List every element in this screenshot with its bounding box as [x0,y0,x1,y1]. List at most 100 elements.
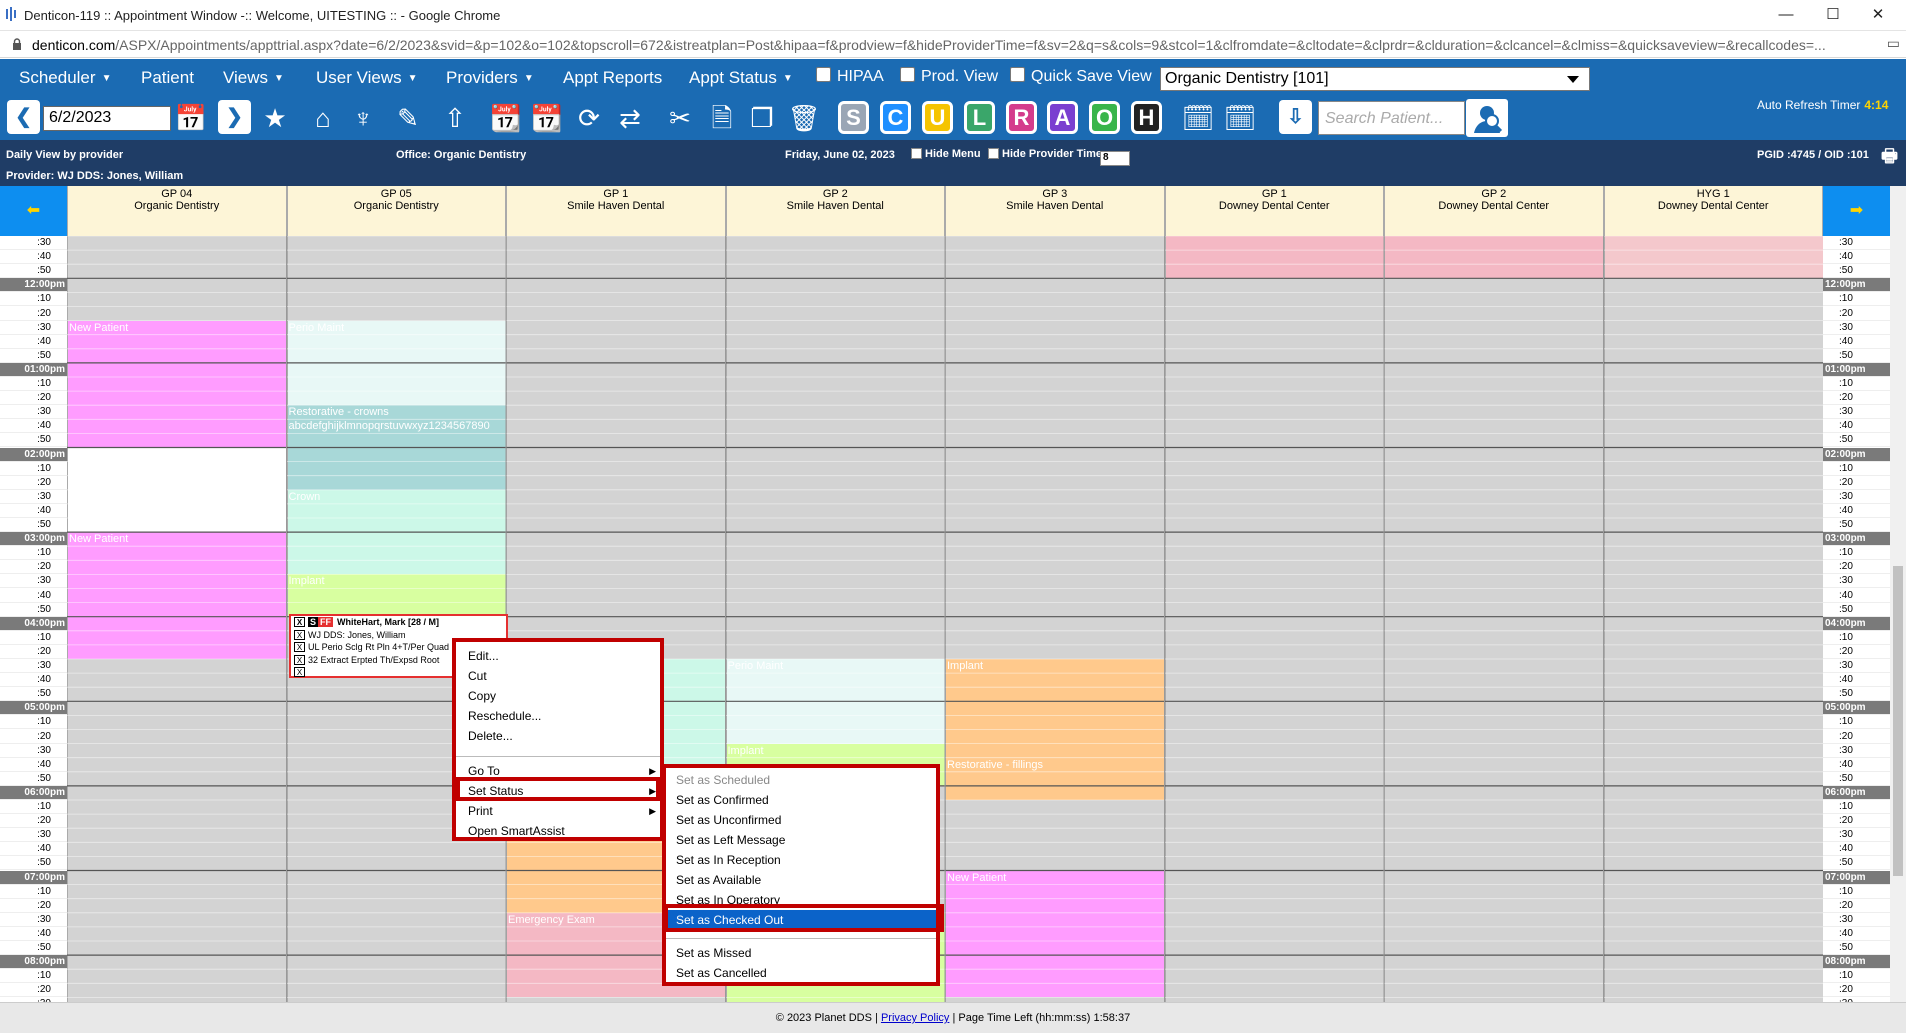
home-icon[interactable]: ⌂ [305,100,341,136]
schedule-block[interactable] [1385,236,1604,279]
close-window-button[interactable]: ✕ [1856,4,1900,26]
status-missed[interactable]: Set as Missed [666,943,936,963]
patient-search-icon[interactable] [1466,99,1508,137]
status-filter-l[interactable]: L [964,101,995,134]
menu-patient[interactable]: Patient [141,68,194,88]
zoom-select[interactable]: 8 [1100,148,1130,166]
copy-icon[interactable]: ❐ [744,100,780,136]
column-header[interactable]: GP 2 Smile Haven Dental [725,186,945,236]
address-bar[interactable]: denticon.com/ASPX/Appointments/appttrial… [0,31,1906,58]
column-header[interactable]: GP 1 Smile Haven Dental [506,186,726,236]
appt-x-box[interactable]: X [294,629,305,640]
schedule-block[interactable]: Restorative - fillings [946,757,1165,800]
operatory-column[interactable] [1384,236,1604,1002]
scrollbar-thumb[interactable] [1893,566,1903,876]
url-text[interactable]: denticon.com/ASPX/Appointments/appttrial… [32,37,1826,53]
column-header[interactable]: GP 1 Downey Dental Center [1164,186,1384,236]
menu-reschedule[interactable]: Reschedule... [456,706,660,726]
collapse-down-icon[interactable]: ⇩ [1279,100,1312,134]
schedule-block[interactable]: Perio Maint [287,320,506,363]
column-header[interactable]: GP 2 Downey Dental Center [1384,186,1604,236]
menu-copy[interactable]: Copy [456,686,660,706]
status-cancelled[interactable]: Set as Cancelled [666,963,936,983]
schedule-block[interactable]: Virtual Exam [68,447,287,533]
status-filter-s[interactable]: S [838,101,869,134]
prev-columns-arrow-icon[interactable]: ⬅ [0,186,67,236]
status-filter-o[interactable]: O [1089,101,1120,134]
status-filter-r[interactable]: R [1006,101,1037,134]
maximize-button[interactable]: ☐ [1811,4,1855,26]
date-input[interactable]: 6/2/2023 [43,106,171,131]
status-checked-out[interactable]: Set as Checked Out [666,910,936,930]
status-available[interactable]: Set as Available [666,870,936,890]
menu-user-views[interactable]: User Views ▼ [316,68,418,88]
column-header[interactable]: GP 05 Organic Dentistry [286,186,506,236]
status-filter-c[interactable]: C [880,101,911,134]
document-icon[interactable]: 🗎 [704,100,740,136]
menu-appt-reports[interactable]: Appt Reports [563,68,662,88]
notes-icon[interactable]: ✎ [390,100,426,136]
schedule-block[interactable] [68,616,287,659]
hipaa-checkbox[interactable]: HIPAA [816,67,884,86]
schedule-block[interactable]: New Patient [946,870,1165,998]
calendar-week-icon[interactable]: 📆 [529,100,565,136]
column-header[interactable]: GP 3 Smile Haven Dental [945,186,1165,236]
status-filter-a[interactable]: A [1047,101,1078,134]
appt-x-box[interactable]: X [294,617,305,627]
printer-icon[interactable]: 🖶 [1881,144,1898,174]
hide-provider-time-checkbox[interactable]: Hide Provider Time [988,148,1102,160]
calendar-icon[interactable]: 📅 [173,100,209,136]
menu-scheduler[interactable]: Scheduler ▼ [19,68,111,88]
prod-view-checkbox[interactable]: Prod. View [900,67,998,86]
office-select[interactable]: Organic Dentistry [101] [1160,67,1590,91]
menu-providers[interactable]: Providers ▼ [446,68,534,88]
calendar-alert-icon[interactable]: 🗓 [1180,100,1216,136]
quick-save-view-checkbox[interactable]: Quick Save View [1010,67,1152,86]
schedule-block[interactable] [1604,236,1823,279]
appt-x-box[interactable]: X [294,642,305,652]
column-header[interactable]: HYG 1 Downey Dental Center [1603,186,1823,236]
status-scheduled[interactable]: Set as Scheduled [666,770,936,790]
tooth-icon[interactable]: ♆ [345,100,381,136]
sync-icon[interactable]: ⇄ [612,100,648,136]
vertical-scrollbar[interactable] [1890,186,1906,1002]
trash-icon[interactable]: 🗑 [786,100,822,136]
calendar-cancel-icon[interactable]: 🗓 [1222,100,1258,136]
menu-set-status[interactable]: Set Status ▶ [456,781,660,801]
menu-appt-status[interactable]: Appt Status ▼ [689,68,793,88]
upload-icon[interactable]: ⇧ [437,100,473,136]
privacy-policy-link[interactable]: Privacy Policy [881,1012,949,1024]
menu-cut[interactable]: Cut [456,666,660,686]
calendar-day-icon[interactable]: 📆 [488,100,524,136]
schedule-block[interactable]: Implant [287,574,506,617]
search-patient-input[interactable]: Search Patient... [1318,101,1465,135]
schedule-block[interactable]: Implant [946,659,1165,758]
refresh-icon[interactable]: ⟳ [571,100,607,136]
status-unconfirmed[interactable]: Set as Unconfirmed [666,810,936,830]
appt-x-box[interactable]: X [294,667,305,677]
menu-print[interactable]: Print ▶ [456,801,660,821]
menu-views[interactable]: Views ▼ [223,68,284,88]
menu-delete[interactable]: Delete... [456,726,660,746]
status-in-reception[interactable]: Set as In Reception [666,850,936,870]
cut-icon[interactable]: ✂ [662,100,698,136]
hide-menu-checkbox[interactable]: Hide Menu [911,148,981,160]
schedule-block[interactable]: New Patient [68,320,287,448]
menu-go-to[interactable]: Go To ▶ [456,761,660,781]
minimize-button[interactable]: — [1764,4,1808,26]
next-columns-arrow-icon[interactable]: ➡ [1823,186,1890,236]
schedule-block[interactable]: Restorative - crowns abcdefghijklmnopqrst… [287,405,506,490]
column-header[interactable]: GP 04 Organic Dentistry [67,186,287,236]
operatory-column[interactable] [1164,236,1384,1002]
next-day-button[interactable]: ❯ [218,100,251,134]
schedule-block[interactable] [1165,236,1384,279]
status-filter-u[interactable]: U [922,101,953,134]
prev-day-button[interactable]: ❮ [7,100,40,134]
status-filter-h[interactable]: H [1131,101,1162,134]
status-in-operatory[interactable]: Set as In Operatory [666,890,936,910]
menu-edit[interactable]: Edit... [456,646,660,666]
status-confirmed[interactable]: Set as Confirmed [666,790,936,810]
status-left-message[interactable]: Set as Left Message [666,830,936,850]
operatory-column[interactable] [1603,236,1823,1002]
schedule-block[interactable]: Perio Maint [726,659,945,744]
